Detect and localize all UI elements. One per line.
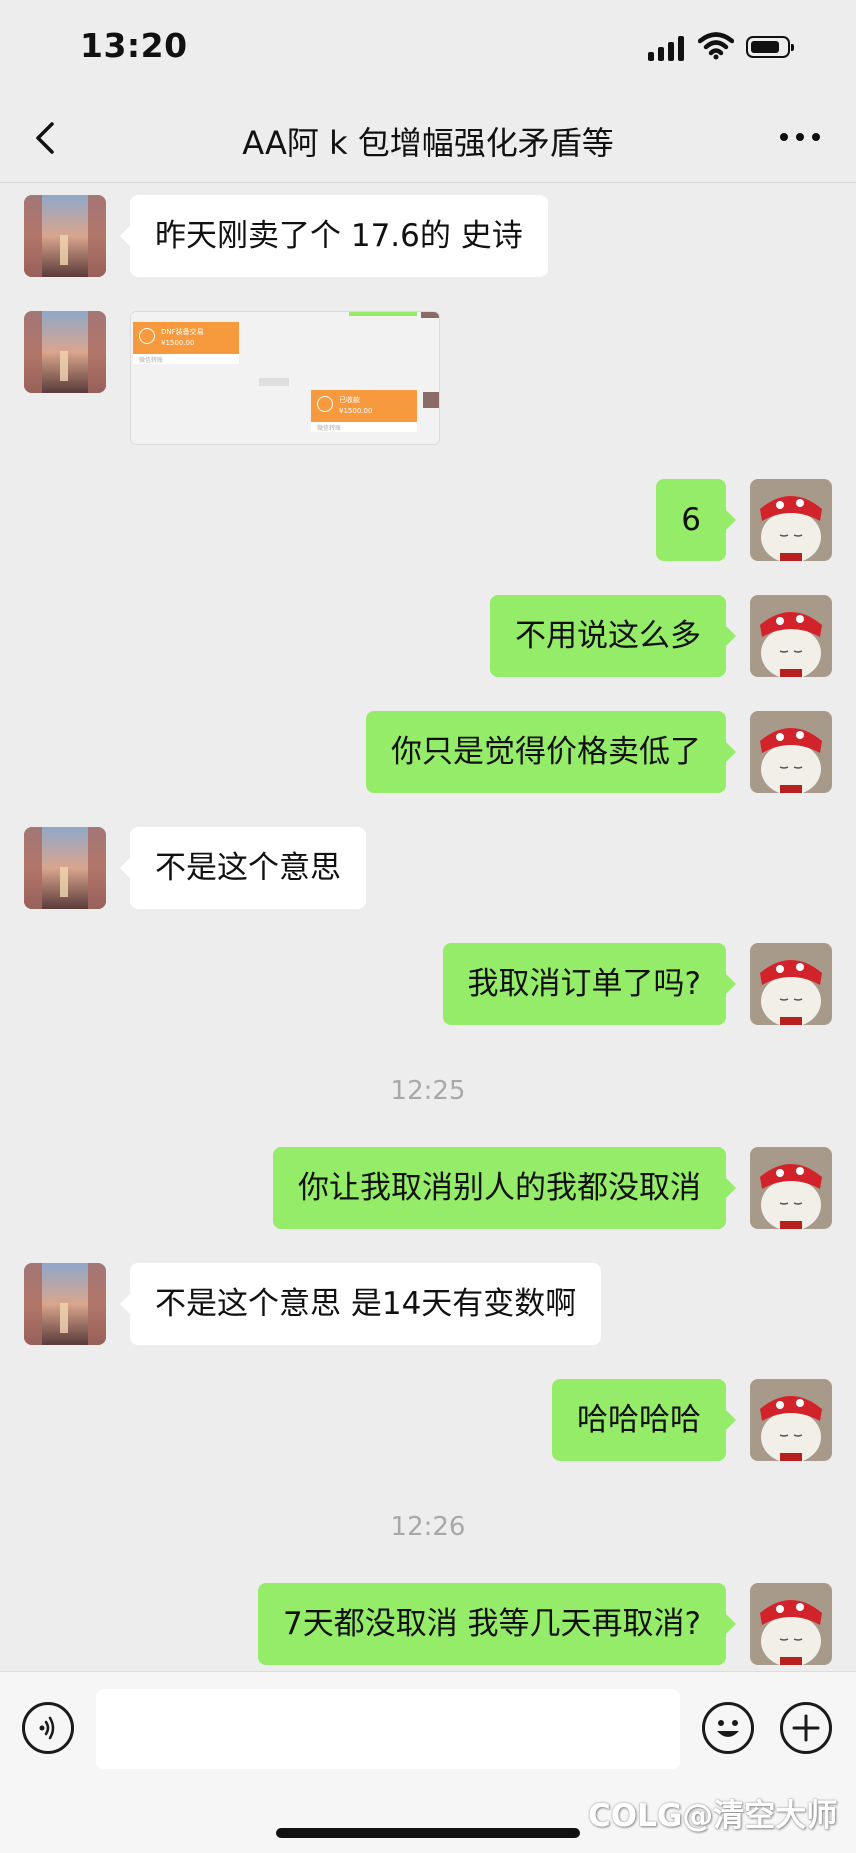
my-avatar[interactable] bbox=[750, 1147, 832, 1229]
transfer-card: DNF装备交易 ¥1500.00 微信转账 bbox=[133, 322, 239, 364]
my-avatar[interactable] bbox=[750, 711, 832, 793]
wifi-icon bbox=[698, 32, 734, 60]
signal-icon bbox=[648, 35, 684, 61]
battery-icon bbox=[746, 36, 794, 58]
message-bubble-incoming[interactable]: 不是这个意思 是14天有变数啊 bbox=[119, 1263, 602, 1345]
my-avatar[interactable] bbox=[750, 1379, 832, 1461]
transfer-card-amount: ¥1500.00 bbox=[161, 339, 195, 347]
message-bubble-outgoing[interactable]: 你只是觉得价格卖低了 bbox=[366, 711, 736, 793]
message-bubble-outgoing[interactable]: 不用说这么多 bbox=[490, 595, 736, 677]
transfer-card-title: 已收款 bbox=[339, 396, 360, 404]
my-avatar[interactable] bbox=[750, 595, 832, 677]
transfer-card: 已收款 ¥1500.00 微信转账 bbox=[311, 390, 417, 432]
transfer-card-label: 微信转账 bbox=[139, 357, 164, 364]
message-list[interactable]: 昨天刚卖了个 17.6的 史诗 DNF装备交易 ¥1500.00 微信转账 已收… bbox=[0, 183, 856, 1671]
message-bubble-incoming[interactable]: 不是这个意思 bbox=[120, 827, 366, 909]
home-indicator[interactable] bbox=[276, 1828, 580, 1838]
message-bubble-incoming[interactable]: 昨天刚卖了个 17.6的 史诗 bbox=[120, 195, 548, 277]
contact-avatar[interactable] bbox=[24, 195, 106, 277]
more-dots-icon[interactable] bbox=[778, 122, 822, 152]
my-avatar[interactable] bbox=[750, 1583, 832, 1665]
contact-avatar[interactable] bbox=[24, 311, 106, 393]
voice-icon[interactable] bbox=[22, 1702, 74, 1754]
message-bubble-outgoing[interactable]: 7天都没取消 我等几天再取消? bbox=[257, 1583, 737, 1665]
image-message[interactable]: DNF装备交易 ¥1500.00 微信转账 已收款 ¥1500.00 微信转账 bbox=[130, 311, 440, 445]
message-bubble-outgoing[interactable]: 我取消订单了吗? bbox=[442, 943, 737, 1025]
status-bar: 13:20 bbox=[0, 0, 856, 100]
my-avatar[interactable] bbox=[750, 479, 832, 561]
my-avatar[interactable] bbox=[750, 943, 832, 1025]
plus-icon[interactable] bbox=[780, 1702, 832, 1754]
watermark: COLG@清空大师 bbox=[588, 1798, 838, 1834]
transfer-card-label: 微信转账 bbox=[317, 425, 342, 432]
message-bubble-outgoing[interactable]: 哈哈哈哈 bbox=[552, 1379, 736, 1461]
timestamp: 12:26 bbox=[390, 1512, 466, 1542]
input-bar: COLG@清空大师 bbox=[0, 1671, 856, 1853]
chat-header: AA阿 k 包增幅强化矛盾等 bbox=[0, 100, 856, 183]
transfer-card-title: DNF装备交易 bbox=[161, 328, 204, 336]
contact-avatar[interactable] bbox=[24, 1263, 106, 1345]
message-bubble-outgoing[interactable]: 你让我取消别人的我都没取消 bbox=[273, 1147, 736, 1229]
status-time: 13:20 bbox=[80, 26, 188, 65]
message-bubble-outgoing[interactable]: 6 bbox=[656, 479, 736, 561]
transfer-card-amount: ¥1500.00 bbox=[339, 407, 373, 415]
message-input[interactable] bbox=[96, 1689, 680, 1769]
emoji-icon[interactable] bbox=[702, 1702, 754, 1754]
chat-title: AA阿 k 包增幅强化矛盾等 bbox=[242, 124, 614, 162]
contact-avatar[interactable] bbox=[24, 827, 106, 909]
timestamp: 12:25 bbox=[390, 1076, 466, 1106]
